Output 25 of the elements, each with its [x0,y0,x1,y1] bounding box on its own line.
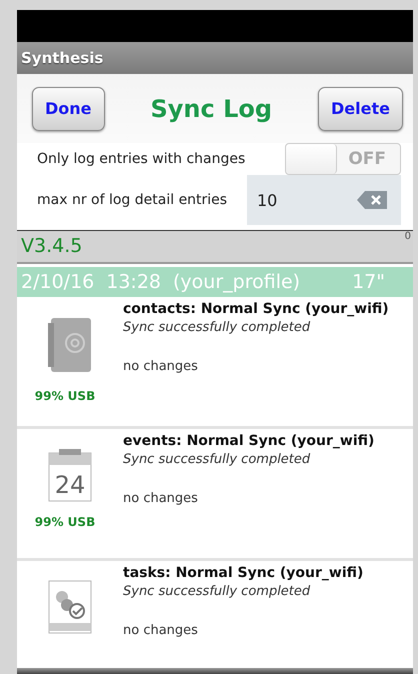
battery-status: 99% USB [34,389,96,403]
scroll-marker: 0 [404,231,412,244]
version-label: V3.4.5 [21,234,82,259]
clear-icon[interactable] [357,191,387,209]
entry-detail: no changes [123,359,199,374]
session-date: 2/10/16 [21,271,94,293]
session-time: 13:28 [106,271,162,293]
entry-title: contacts: Normal Sync (your_wifi) [123,301,389,317]
session-profile: (your_profile) [173,271,300,293]
toggle-label: Only log entries with changes [37,151,246,167]
field-label: max nr of log detail entries [37,192,228,208]
entry-detail: no changes [123,491,199,506]
session-duration: 17" [352,271,385,293]
entry-title: tasks: Normal Sync (your_wifi) [123,565,364,581]
battery-status: 99% USB [34,515,96,529]
delete-button[interactable]: Delete [318,86,403,130]
entry-detail: no changes [123,623,199,638]
input-field[interactable]: 10 [247,175,401,225]
entry-status: Sync successfully completed [123,584,312,599]
screen-title: Sync Log [150,94,272,122]
done-button[interactable]: Done [32,86,105,130]
entry-status: Sync successfully completed [123,320,312,335]
entry-status: Sync successfully completed [123,452,312,467]
app-title: Synthesis [21,49,104,67]
entry-title: events: Normal Sync (your_wifi) [123,433,374,449]
